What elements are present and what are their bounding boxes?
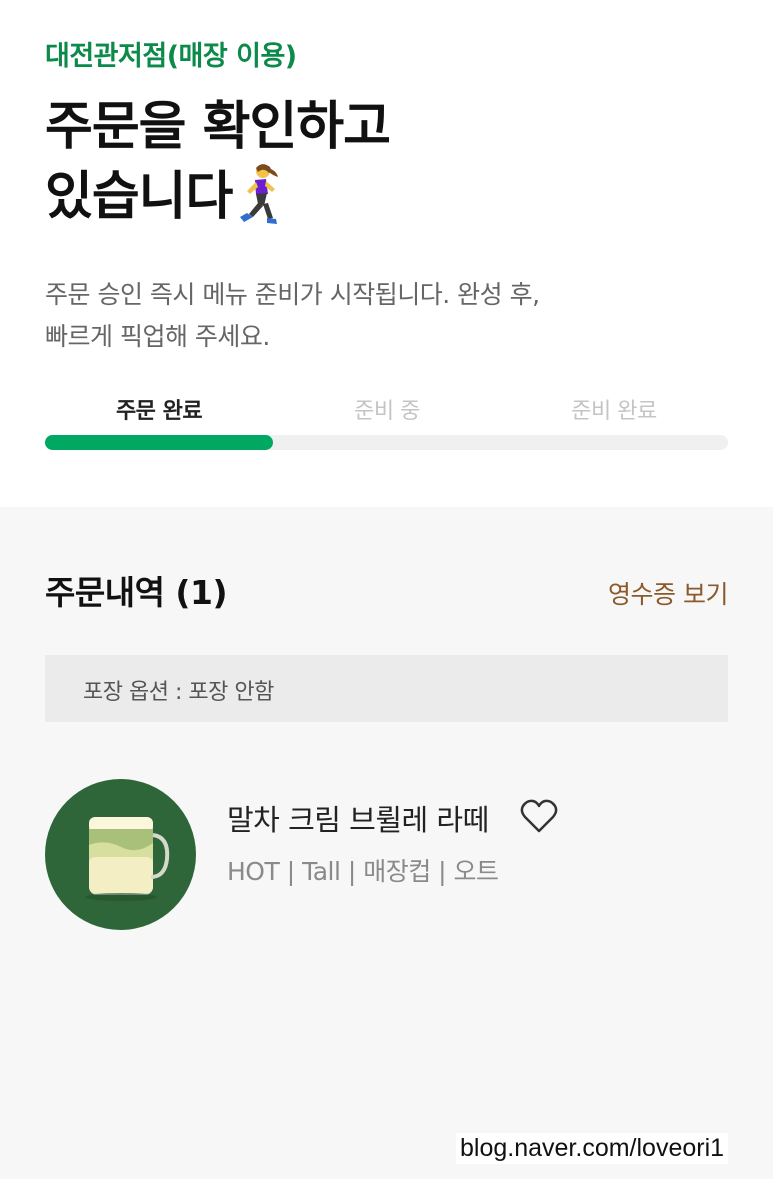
description-line-2: 빠르게 픽업해 주세요.	[45, 322, 270, 351]
title-line-2: 있습니다	[45, 162, 685, 232]
step-preparing: 준비 중	[354, 399, 420, 424]
order-history-title: 주문내역 (1)	[45, 573, 228, 612]
order-status-panel	[0, 0, 773, 507]
description-line-1: 주문 승인 즉시 메뉴 준비가 시작됩니다. 완성 후,	[45, 280, 540, 309]
step-order-complete: 주문 완료	[115, 399, 203, 424]
packaging-option-box: 포장 옵션 : 포장 안함	[45, 655, 728, 722]
woman-running-icon	[234, 162, 282, 226]
progress-bar	[45, 435, 728, 450]
title-line-1: 주문을 확인하고	[45, 97, 391, 157]
matcha-latte-image	[45, 779, 196, 930]
watermark: blog.naver.com/loveori1	[456, 1133, 729, 1164]
progress-bar-fill	[45, 435, 273, 450]
progress-steps: 주문 완료 준비 중 준비 완료	[45, 393, 728, 429]
view-receipt-link[interactable]: 영수증 보기	[608, 575, 728, 611]
title-line-2-text: 있습니다	[45, 167, 233, 227]
page-title: 주문을 확인하고 있습니다	[45, 92, 685, 232]
order-description: 주문 승인 즉시 메뉴 준비가 시작됩니다. 완성 후, 빠르게 픽업해 주세요…	[45, 274, 745, 358]
packaging-option-text: 포장 옵션 : 포장 안함	[83, 680, 274, 705]
item-options: HOT | Tall | 매장컵 | 오트	[227, 857, 499, 886]
step-ready: 준비 완료	[571, 399, 657, 424]
store-name: 대전관저점(매장 이용)	[45, 41, 297, 72]
heart-outline-icon[interactable]	[519, 797, 559, 835]
item-name: 말차 크림 브륄레 라떼	[227, 803, 489, 837]
